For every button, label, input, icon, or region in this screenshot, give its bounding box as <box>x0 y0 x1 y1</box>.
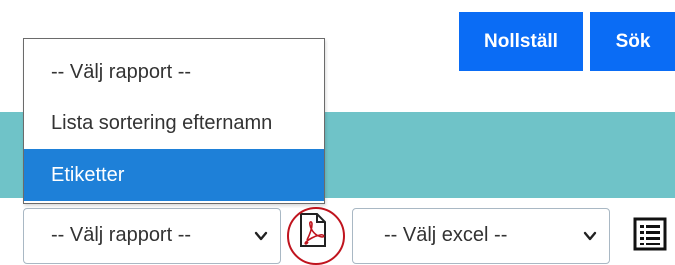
report-option[interactable]: -- Välj rapport -- <box>24 47 324 97</box>
chevron-down-icon <box>254 231 268 241</box>
list-icon[interactable] <box>633 217 667 251</box>
search-button[interactable]: Sök <box>590 12 675 71</box>
chevron-down-icon <box>583 231 597 241</box>
excel-select[interactable]: -- Välj excel -- <box>352 208 610 264</box>
report-option-highlighted[interactable]: Etiketter <box>24 149 324 201</box>
excel-select-value: -- Välj excel -- <box>384 224 508 246</box>
reset-button[interactable]: Nollställ <box>459 12 583 71</box>
report-select[interactable]: -- Välj rapport -- <box>23 208 281 264</box>
report-option[interactable]: Lista sortering efternamn <box>24 98 324 148</box>
report-dropdown-list: -- Välj rapport -- Lista sortering efter… <box>23 38 325 204</box>
report-select-value: -- Välj rapport -- <box>51 224 192 246</box>
highlight-circle <box>287 207 345 265</box>
